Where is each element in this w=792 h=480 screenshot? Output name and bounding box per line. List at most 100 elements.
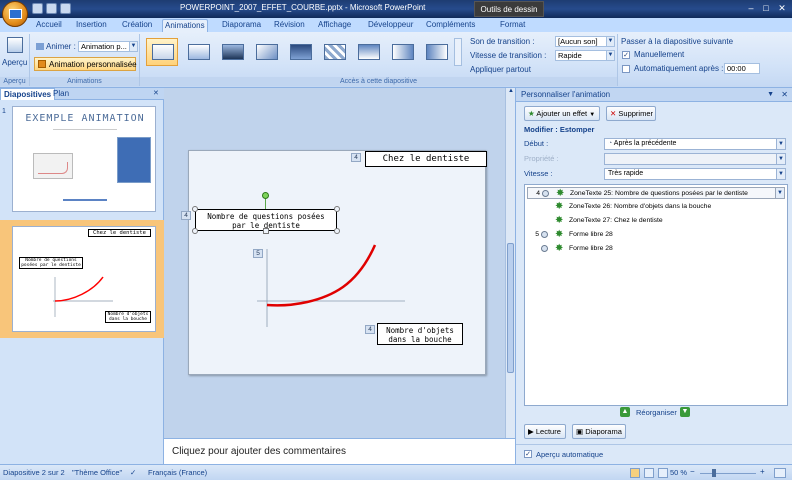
vitesse-transition-dropdown[interactable]: Rapide ▼ — [555, 50, 615, 61]
save-icon[interactable] — [32, 3, 43, 14]
slide-sorter-icon[interactable] — [644, 468, 654, 478]
tab-complements[interactable]: Compléments — [424, 19, 477, 32]
transition-fade-black[interactable] — [216, 38, 248, 66]
tab-affichage[interactable]: Affichage — [316, 19, 353, 32]
slide-title[interactable]: Chez le dentiste — [365, 151, 487, 167]
notes-pane[interactable]: Cliquez pour ajouter des commentaires — [164, 438, 516, 464]
freeform-red-curve[interactable] — [266, 244, 377, 307]
transition-wipe-left[interactable] — [386, 38, 418, 66]
apercu-button[interactable]: Aperçu — [2, 58, 27, 67]
move-up-icon[interactable]: ▲ — [620, 407, 630, 417]
textbox-objets[interactable]: Nombre d'objets dans la bouche — [377, 323, 463, 345]
item-number: 4 — [536, 190, 540, 197]
diaporama-button[interactable]: ▣ Diaporama — [572, 424, 626, 439]
automatiquement-checkbox[interactable] — [622, 65, 630, 73]
tab-diaporama[interactable]: Diaporama — [220, 19, 263, 32]
undo-icon[interactable] — [46, 3, 57, 14]
tab-insertion[interactable]: Insertion — [74, 19, 109, 32]
animation-item[interactable]: ✸ Forme libre 28 — [527, 243, 785, 255]
transition-cut[interactable] — [284, 38, 316, 66]
tab-animations[interactable]: Animations — [162, 19, 208, 32]
vitesse-dropdown[interactable]: Très rapide ▼ — [604, 168, 786, 180]
redo-icon[interactable] — [60, 3, 71, 14]
tab-diapositives[interactable]: Diapositives — [0, 88, 56, 100]
zoom-level[interactable]: 50 % — [670, 468, 687, 477]
resize-handle[interactable] — [334, 228, 340, 234]
close-icon[interactable]: ✕ — [775, 2, 789, 15]
group-label: Animations — [30, 77, 139, 86]
normal-view-icon[interactable] — [630, 468, 640, 478]
lecture-button[interactable]: ▶ Lecture — [524, 424, 566, 439]
resize-handle[interactable] — [192, 228, 198, 234]
close-pane-icon[interactable]: ✕ — [150, 88, 162, 100]
resize-handle[interactable] — [263, 228, 269, 234]
transitions-gallery-scroll[interactable] — [454, 38, 462, 66]
tab-plan[interactable]: Plan — [50, 88, 72, 100]
zoom-slider-thumb[interactable] — [712, 469, 716, 477]
animation-item[interactable]: ✸ ZoneTexte 27: Chez le dentiste — [527, 215, 785, 227]
tab-accueil[interactable]: Accueil — [34, 19, 64, 32]
auto-time-input[interactable]: 00:00 — [724, 63, 760, 74]
chevron-down-icon: ▼ — [776, 154, 785, 164]
slideshow-icon: ▣ — [576, 427, 584, 436]
ajouter-effet-button[interactable]: ★ Ajouter un effet ▼ — [524, 106, 600, 121]
son-transition-dropdown[interactable]: [Aucun son] ▼ — [555, 36, 615, 47]
current-slide[interactable]: 4 Chez le dentiste 4 Nombre de questions… — [181, 150, 487, 375]
spellcheck-icon[interactable]: ✓ — [130, 468, 136, 477]
resize-handle[interactable] — [192, 206, 198, 212]
zoom-slider-track[interactable] — [700, 473, 756, 474]
pane-options-icon[interactable]: ▼ — [767, 88, 774, 101]
supprimer-button[interactable]: ✕ Supprimer — [606, 106, 656, 121]
thumb-link — [63, 199, 107, 201]
scroll-up-icon[interactable]: ▲ — [507, 88, 515, 96]
animation-item[interactable]: 5 ✸ Forme libre 28 — [527, 229, 785, 241]
tab-creation[interactable]: Création — [120, 19, 154, 32]
slide-number: 1 — [2, 108, 6, 115]
office-button[interactable] — [2, 1, 28, 27]
item-label: ZoneTexte 25: Nombre de questions posées… — [570, 190, 748, 197]
move-down-icon[interactable]: ▼ — [680, 407, 690, 417]
slideshow-view-icon[interactable] — [658, 468, 668, 478]
zoom-out-icon[interactable]: − — [690, 467, 696, 476]
resize-handle[interactable] — [334, 206, 340, 212]
custom-animation-icon — [38, 60, 46, 68]
animation-list[interactable]: 4 ✸ ZoneTexte 25: Nombre de questions po… — [524, 184, 788, 406]
appliquer-partout-button[interactable]: Appliquer partout — [470, 65, 531, 74]
transition-wipe-down[interactable] — [352, 38, 384, 66]
transition-none[interactable] — [146, 38, 178, 66]
debut-dropdown[interactable]: ◔ Après la précédente ▼ — [604, 138, 786, 150]
animer-dropdown[interactable]: Animation p... ▼ — [78, 41, 138, 52]
animation-item[interactable]: 4 ✸ ZoneTexte 25: Nombre de questions po… — [527, 187, 785, 199]
scroll-thumb[interactable] — [507, 243, 514, 373]
transition-dissolve[interactable] — [250, 38, 282, 66]
fit-to-window-icon[interactable] — [774, 468, 786, 478]
preview-icon[interactable] — [7, 37, 23, 53]
slide-thumbnail-2[interactable]: Chez le dentiste Nombre de questions pos… — [12, 226, 156, 332]
tab-format[interactable]: Format — [498, 19, 527, 32]
rotation-handle[interactable] — [262, 192, 269, 199]
apercu-auto-checkbox[interactable]: ✓ — [524, 450, 532, 458]
transition-dissolve-icon — [256, 44, 278, 60]
slide-thumbnail-1[interactable]: EXEMPLE ANIMATION — [12, 106, 156, 212]
vitesse-label: Vitesse : — [524, 169, 553, 178]
tab-developpeur[interactable]: Développeur — [366, 19, 415, 32]
transition-wipe-right[interactable] — [420, 38, 452, 66]
transition-fade[interactable] — [182, 38, 214, 66]
slide-editor: 4 Chez le dentiste 4 Nombre de questions… — [164, 88, 516, 438]
transition-wipe-left-icon — [392, 44, 414, 60]
manuellement-checkbox[interactable]: ✓ — [622, 51, 630, 59]
language[interactable]: Français (France) — [148, 468, 207, 477]
thumb-text-lines — [53, 129, 117, 139]
maximize-icon[interactable]: □ — [759, 2, 773, 15]
zoom-in-icon[interactable]: + — [760, 467, 765, 476]
chevron-down-icon[interactable]: ▼ — [775, 188, 784, 198]
minimize-icon[interactable]: – — [744, 2, 758, 15]
animation-order-tag: 4 — [365, 325, 375, 334]
animation-personnalisee-button[interactable]: Animation personnalisée — [34, 57, 137, 71]
animation-item[interactable]: ✸ ZoneTexte 26: Nombre d'objets dans la … — [527, 201, 785, 213]
tab-revision[interactable]: Révision — [272, 19, 307, 32]
vertical-scrollbar[interactable]: ▲ — [505, 88, 515, 438]
transition-checker[interactable] — [318, 38, 350, 66]
close-icon[interactable]: ✕ — [781, 88, 788, 101]
transition-fade-black-icon — [222, 44, 244, 60]
